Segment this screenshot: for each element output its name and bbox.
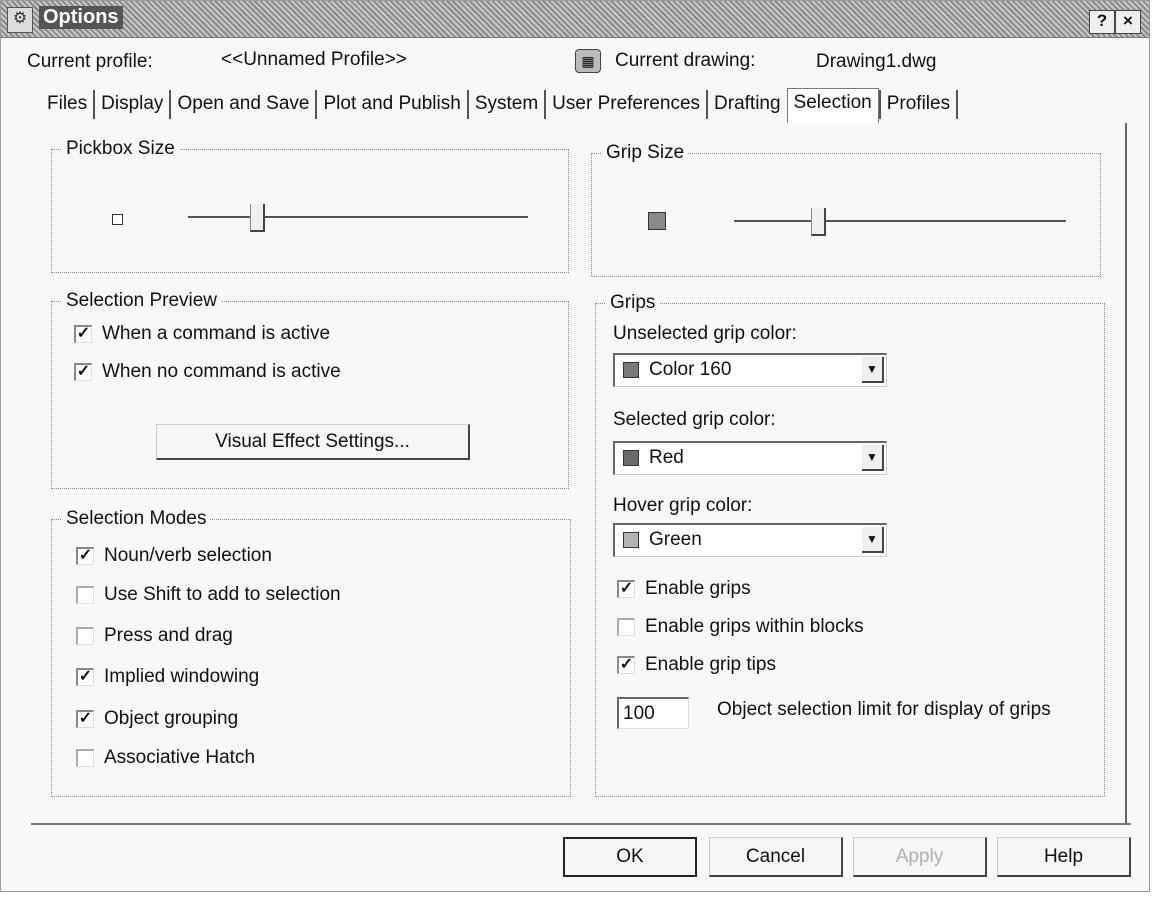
grip-size-slider-thumb[interactable]	[811, 208, 826, 236]
grip-size-preview	[648, 212, 666, 230]
selected-grip-color-dropdown[interactable]: Red ▼	[613, 441, 887, 475]
selection-preview-group: Selection Preview ✓ When a command is ac…	[51, 290, 569, 489]
enable-grips-blocks-checkbox[interactable]	[617, 618, 635, 636]
tab-profiles[interactable]: Profiles	[878, 90, 959, 119]
current-drawing-value: Drawing1.dwg	[816, 51, 937, 72]
mode-press-drag-label: Press and drag	[104, 625, 233, 646]
grip-size-title: Grip Size	[602, 142, 689, 164]
divider	[31, 823, 1131, 825]
hover-grip-color-value: Green	[649, 529, 702, 550]
mode-object-grouping-row[interactable]: ✓ Object grouping	[76, 705, 238, 733]
unselected-grip-color-dropdown[interactable]: Color 160 ▼	[613, 353, 887, 387]
tab-files[interactable]: Files	[41, 90, 96, 119]
grip-limit-label: Object selection limit for display of gr…	[717, 699, 1051, 720]
visual-effect-settings-button[interactable]: Visual Effect Settings...	[156, 424, 470, 460]
pickbox-size-title: Pickbox Size	[62, 138, 179, 160]
grips-title: Grips	[606, 292, 660, 314]
enable-grips-checkbox[interactable]: ✓	[617, 580, 635, 598]
mode-implied-windowing-label: Implied windowing	[104, 666, 260, 687]
preview-no-command-row[interactable]: ✓ When no command is active	[74, 358, 341, 386]
grip-size-slider-track[interactable]	[734, 220, 1066, 222]
chevron-down-icon[interactable]: ▼	[862, 527, 884, 553]
selection-modes-group: Selection Modes ✓ Noun/verb selection Us…	[51, 508, 571, 797]
mode-associative-hatch-row[interactable]: Associative Hatch	[76, 744, 255, 772]
grip-size-group: Grip Size	[591, 142, 1101, 277]
tab-selection[interactable]: Selection	[786, 88, 879, 123]
mode-object-grouping-checkbox[interactable]: ✓	[76, 710, 94, 728]
close-title-button[interactable]: ×	[1115, 10, 1141, 34]
enable-grip-tips-checkbox[interactable]: ✓	[617, 656, 635, 674]
enable-grip-tips-label: Enable grip tips	[645, 654, 776, 675]
enable-grips-blocks-label: Enable grips within blocks	[645, 616, 864, 637]
enable-grip-tips-row[interactable]: ✓ Enable grip tips	[617, 651, 776, 679]
current-drawing-label: Current drawing:	[615, 50, 756, 71]
tab-system[interactable]: System	[469, 90, 547, 119]
pickbox-size-group: Pickbox Size	[51, 138, 569, 273]
enable-grips-label: Enable grips	[645, 578, 751, 599]
tab-drafting[interactable]: Drafting	[708, 90, 787, 119]
app-icon: ⚙	[7, 7, 33, 33]
mode-shift-add-label: Use Shift to add to selection	[104, 584, 341, 605]
tab-bar: Files Display Open and Save Plot and Pub…	[41, 87, 959, 123]
hover-grip-color-dropdown[interactable]: Green ▼	[613, 523, 887, 557]
window-title: Options	[39, 6, 123, 29]
selected-color-swatch	[623, 450, 639, 466]
mode-associative-hatch-label: Associative Hatch	[104, 747, 256, 768]
chevron-down-icon[interactable]: ▼	[862, 357, 884, 383]
chevron-down-icon[interactable]: ▼	[862, 445, 884, 471]
mode-press-drag-row[interactable]: Press and drag	[76, 622, 233, 650]
mode-press-drag-checkbox[interactable]	[76, 627, 94, 645]
tab-display[interactable]: Display	[95, 90, 172, 119]
preview-no-command-label: When no command is active	[102, 361, 341, 382]
mode-shift-add-checkbox[interactable]	[76, 586, 94, 604]
unselected-grip-color-label: Unselected grip color:	[613, 323, 797, 344]
drawing-icon: ▦	[575, 49, 601, 73]
selection-modes-title: Selection Modes	[62, 508, 211, 530]
pickbox-preview	[112, 214, 123, 225]
pickbox-slider-thumb[interactable]	[250, 204, 265, 232]
mode-noun-verb-label: Noun/verb selection	[104, 545, 272, 566]
hover-color-swatch	[623, 532, 639, 548]
cancel-button[interactable]: Cancel	[709, 837, 843, 877]
selected-grip-color-value: Red	[649, 447, 684, 468]
unselected-grip-color-value: Color 160	[649, 359, 732, 380]
mode-noun-verb-checkbox[interactable]: ✓	[76, 547, 94, 565]
tab-user-preferences[interactable]: User Preferences	[546, 90, 709, 119]
preview-command-active-label: When a command is active	[102, 323, 331, 344]
tab-plot-and-publish[interactable]: Plot and Publish	[317, 90, 469, 119]
mode-object-grouping-label: Object grouping	[104, 708, 239, 729]
apply-button[interactable]: Apply	[853, 837, 987, 877]
pickbox-slider-track[interactable]	[188, 216, 528, 218]
grip-limit-input[interactable]: 100	[617, 697, 689, 729]
mode-implied-windowing-row[interactable]: ✓ Implied windowing	[76, 663, 259, 691]
help-button[interactable]: Help	[997, 837, 1131, 877]
tab-open-and-save[interactable]: Open and Save	[171, 90, 318, 119]
preview-command-active-checkbox[interactable]: ✓	[74, 325, 92, 343]
enable-grips-blocks-row[interactable]: Enable grips within blocks	[617, 613, 864, 641]
mode-noun-verb-row[interactable]: ✓ Noun/verb selection	[76, 542, 272, 570]
preview-no-command-checkbox[interactable]: ✓	[74, 363, 92, 381]
help-title-button[interactable]: ?	[1089, 10, 1115, 34]
current-profile-label: Current profile:	[27, 51, 153, 72]
options-dialog: ⚙ Options ? × Current profile: <<Unnamed…	[0, 0, 1150, 892]
current-profile-value: <<Unnamed Profile>>	[221, 49, 407, 70]
enable-grips-row[interactable]: ✓ Enable grips	[617, 575, 751, 603]
ok-button[interactable]: OK	[563, 837, 697, 877]
mode-shift-add-row[interactable]: Use Shift to add to selection	[76, 581, 341, 609]
selection-preview-title: Selection Preview	[62, 290, 222, 312]
title-bar[interactable]: ⚙ Options ? ×	[1, 1, 1149, 38]
selected-grip-color-label: Selected grip color:	[613, 409, 776, 430]
hover-grip-color-label: Hover grip color:	[613, 495, 753, 516]
mode-implied-windowing-checkbox[interactable]: ✓	[76, 668, 94, 686]
mode-associative-hatch-checkbox[interactable]	[76, 749, 94, 767]
preview-command-active-row[interactable]: ✓ When a command is active	[74, 320, 330, 348]
unselected-color-swatch	[623, 362, 639, 378]
